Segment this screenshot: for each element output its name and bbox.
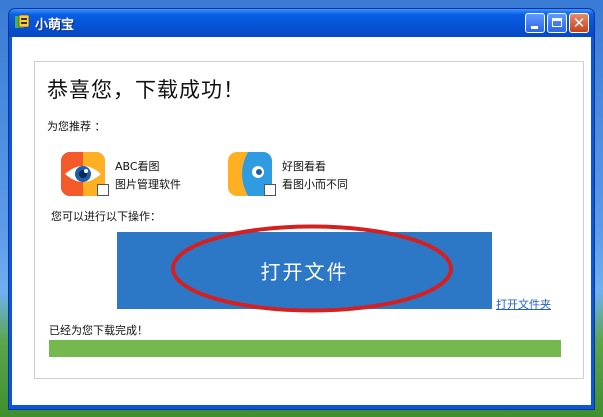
close-icon: ✕	[572, 14, 586, 32]
app-icon	[14, 14, 30, 30]
operations-label: 您可以进行以下操作：	[51, 210, 161, 223]
app-checkbox-haotu[interactable]	[264, 184, 276, 196]
open-file-label: 打开文件	[260, 262, 349, 284]
maximize-button[interactable]	[547, 13, 567, 33]
app-window: 小萌宝 ✕ 恭喜您，下载成功！ 为您推荐 ： ABC看图 图片管理软件 好图看看…	[8, 8, 595, 410]
download-complete-label: 已经为您下载完成！	[49, 324, 148, 337]
download-progress-bar	[49, 340, 561, 357]
minimize-icon	[531, 26, 538, 29]
recommend-label: 为您推荐 ：	[47, 120, 106, 133]
success-headline: 恭喜您，下载成功！	[47, 78, 245, 102]
close-button[interactable]: ✕	[569, 13, 589, 33]
app-checkbox-abc[interactable]	[97, 184, 109, 196]
app-name: 好图看看	[282, 160, 326, 173]
app-description: 图片管理软件	[115, 178, 181, 191]
minimize-button[interactable]	[525, 13, 545, 33]
maximize-icon	[552, 18, 562, 27]
app-description: 看图小而不同	[282, 178, 348, 191]
window-client-area: 恭喜您，下载成功！ 为您推荐 ： ABC看图 图片管理软件 好图看看 看图小而不…	[12, 37, 591, 405]
window-title: 小萌宝	[35, 18, 75, 33]
app-name: ABC看图	[115, 160, 160, 173]
open-file-button[interactable]: 打开文件	[117, 232, 492, 309]
open-folder-link[interactable]: 打开文件夹	[496, 296, 551, 312]
title-bar[interactable]: 小萌宝 ✕	[9, 9, 594, 37]
content-panel: 恭喜您，下载成功！ 为您推荐 ： ABC看图 图片管理软件 好图看看 看图小而不…	[34, 61, 584, 379]
progress-fill	[49, 340, 561, 357]
